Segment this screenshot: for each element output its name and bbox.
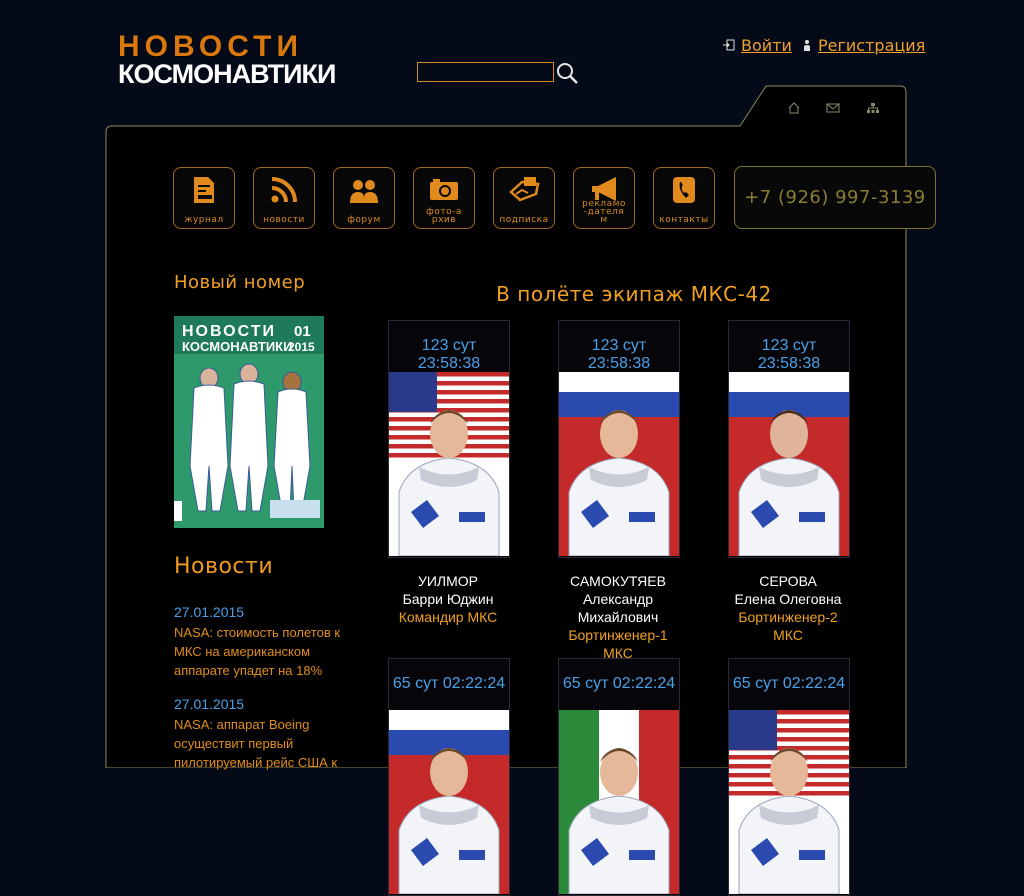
nav-forum[interactable]: форум (333, 167, 395, 229)
crew-member-info: УИЛМОР Барри Юджин Командир МКС (363, 572, 533, 626)
crew-title: В полёте экипаж МКС-42 (496, 282, 772, 306)
news-link[interactable]: NASA: стоимость полетов к МКС на америка… (174, 623, 352, 680)
crew-card: 65 сут 02:22:24 (728, 658, 850, 896)
crew-photo[interactable] (729, 710, 849, 894)
cover-title-2: КОСМОНАВТИКИ (182, 339, 292, 354)
magazine-cover[interactable]: НОВОСТИ КОСМОНАВТИКИ 01 2015 (174, 316, 324, 528)
crew-given-name: Александр Михайлович (577, 591, 659, 625)
journal-icon (194, 177, 214, 203)
user-icon (804, 40, 810, 51)
nav-contacts[interactable]: контакты (653, 167, 715, 229)
subscription-icon (509, 177, 540, 202)
login-link[interactable]: Войти (741, 36, 792, 55)
flight-time: 65 сут 02:22:24 (562, 675, 676, 692)
news-link[interactable]: NASA: аппарат Boeing осуществит первый п… (174, 715, 352, 772)
search-icon[interactable] (555, 61, 579, 85)
crew-role: Бортинженер-1 МКС (568, 627, 668, 661)
nav-label: журнал (184, 215, 224, 225)
nav-advertisers[interactable]: рекламо-дателям (573, 167, 635, 229)
nav-subscription[interactable]: подписка (493, 167, 555, 229)
astronaut-portrait (729, 372, 849, 556)
astronaut-portrait (729, 710, 849, 894)
crew-card: 123 сут 23:58:38 (388, 320, 510, 558)
content-panel (105, 85, 907, 768)
flight-time: 123 сут 23:58:38 (587, 337, 651, 372)
crew-card: 65 сут 02:22:24 (558, 658, 680, 896)
phone-icon (673, 177, 695, 203)
nav-label: фото-архив (426, 207, 462, 225)
nav-journal[interactable]: журнал (173, 167, 235, 229)
news-date: 27.01.2015 (174, 696, 245, 712)
crew-member-info: СЕРОВА Елена Олеговна Бортинженер-2 МКС (703, 572, 873, 644)
crew-photo[interactable] (389, 710, 509, 894)
crew-surname: САМОКУТЯЕВ (570, 573, 666, 589)
crew-card: 65 сут 02:22:24 (388, 658, 510, 896)
forum-icon (350, 180, 378, 203)
search-input[interactable] (417, 62, 554, 82)
nav-photo-archive[interactable]: фото-архив (413, 167, 475, 229)
home-icon[interactable] (787, 102, 801, 114)
crew-given-name: Елена Олеговна (734, 591, 842, 607)
flight-time: 65 сут 02:22:24 (732, 675, 846, 692)
crew-photo[interactable] (559, 710, 679, 894)
crew-surname: СЕРОВА (759, 573, 817, 589)
cover-year: 2015 (288, 340, 315, 354)
login-icon (723, 39, 735, 51)
cover-issue: 01 (294, 323, 311, 340)
crew-photo[interactable] (389, 372, 509, 556)
nav-label: форум (347, 215, 381, 225)
cover-image: НОВОСТИ КОСМОНАВТИКИ 01 2015 (174, 316, 324, 528)
astronaut-portrait (389, 372, 509, 556)
crew-role: Бортинженер-2 МКС (738, 609, 838, 643)
camera-icon (430, 179, 458, 200)
astronaut-portrait (559, 710, 679, 894)
nav-label: контакты (659, 215, 709, 225)
flight-time: 123 сут 23:58:38 (757, 337, 821, 372)
crew-photo[interactable] (729, 372, 849, 556)
crew-photo[interactable] (559, 372, 679, 556)
register-link[interactable]: Регистрация (818, 36, 925, 55)
sitemap-icon[interactable] (866, 102, 880, 114)
mail-icon[interactable] (826, 102, 840, 114)
cover-title-1: НОВОСТИ (182, 323, 276, 340)
crew-given-name: Барри Юджин (402, 591, 494, 607)
nav-label: подписка (499, 215, 549, 225)
logo-line-2: КОСМОНАВТИКИ (118, 59, 336, 89)
rss-icon (271, 177, 297, 203)
crew-member-info: САМОКУТЯЕВ Александр Михайлович Бортинже… (533, 572, 703, 662)
nav-news[interactable]: новости (253, 167, 315, 229)
flight-time: 123 сут 23:58:38 (417, 337, 481, 372)
flight-time: 65 сут 02:22:24 (392, 675, 506, 692)
news-date: 27.01.2015 (174, 604, 245, 620)
phone-number: +7 (926) 997-3139 (734, 166, 936, 229)
nav-label: новости (263, 215, 305, 225)
crew-role: Командир МКС (398, 609, 498, 625)
news-heading: Новости (174, 554, 274, 579)
crew-card: 123 сут 23:58:38 (558, 320, 680, 558)
astronaut-portrait (559, 372, 679, 556)
astronaut-portrait (389, 710, 509, 894)
crew-surname: УИЛМОР (417, 573, 479, 589)
site-logo[interactable]: НОВОСТИ КОСМОНАВТИКИ (118, 30, 336, 92)
new-issue-heading: Новый номер (174, 272, 306, 293)
crew-card: 123 сут 23:58:38 (728, 320, 850, 558)
nav-label: рекламо-дателям (582, 199, 626, 225)
